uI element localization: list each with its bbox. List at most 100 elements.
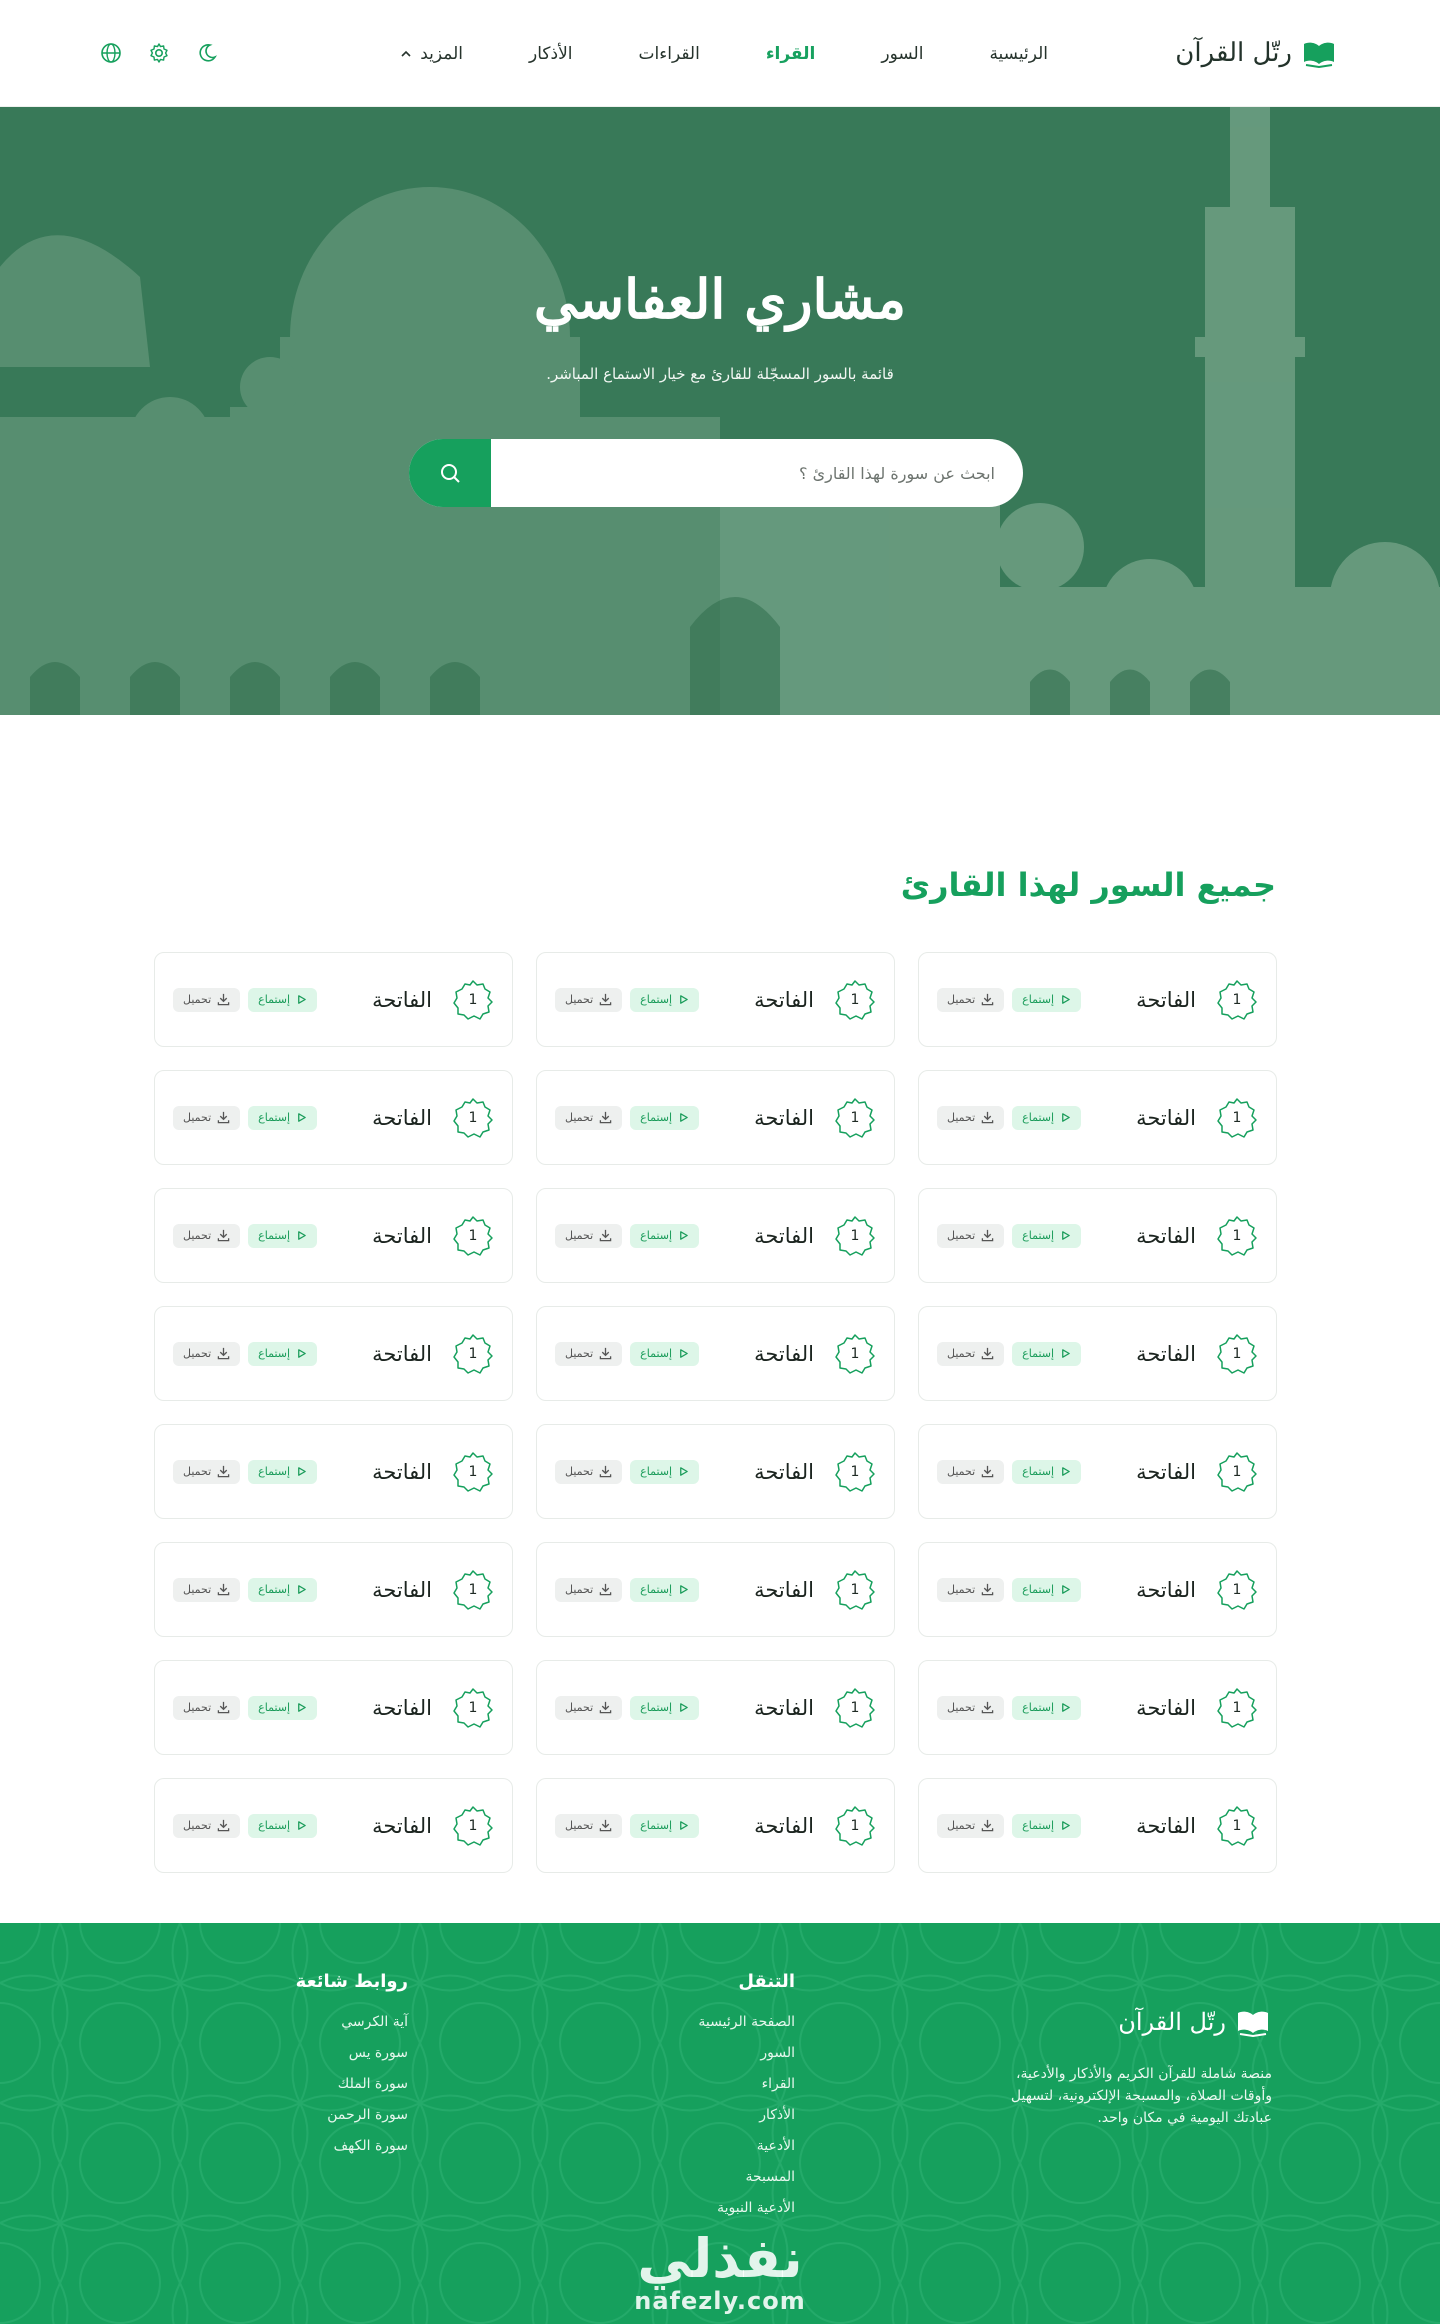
listen-button[interactable]: إستماع — [1012, 1459, 1082, 1484]
surah-card[interactable]: 1 الفاتحة إستماع تحميل — [154, 1070, 513, 1165]
surah-card[interactable]: 1 الفاتحة إستماع تحميل — [536, 1542, 895, 1637]
surah-card[interactable]: 1 الفاتحة إستماع تحميل — [154, 1188, 513, 1283]
download-button[interactable]: تحميل — [555, 1577, 623, 1602]
surah-card[interactable]: 1 الفاتحة إستماع تحميل — [918, 1188, 1277, 1283]
download-button[interactable]: تحميل — [555, 987, 623, 1012]
download-icon — [981, 1229, 994, 1242]
footer-link-kahf[interactable]: سورة الكهف — [296, 2138, 408, 2154]
surah-card[interactable]: 1 الفاتحة إستماع تحميل — [154, 1542, 513, 1637]
listen-button[interactable]: إستماع — [248, 1223, 318, 1248]
download-button[interactable]: تحميل — [555, 1813, 623, 1838]
listen-button[interactable]: إستماع — [248, 1813, 318, 1838]
surah-card[interactable]: 1 الفاتحة إستماع تحميل — [154, 1660, 513, 1755]
download-button[interactable]: تحميل — [173, 1813, 241, 1838]
download-button[interactable]: تحميل — [555, 1105, 623, 1130]
moon-icon[interactable] — [196, 42, 218, 64]
footer-link-surahs[interactable]: السور — [698, 2045, 795, 2061]
surah-card[interactable]: 1 الفاتحة إستماع تحميل — [918, 1660, 1277, 1755]
listen-button[interactable]: إستماع — [630, 987, 700, 1012]
surah-card[interactable]: 1 الفاتحة إستماع تحميل — [536, 952, 895, 1047]
surah-card[interactable]: 1 الفاتحة إستماع تحميل — [536, 1660, 895, 1755]
listen-button[interactable]: إستماع — [1012, 1577, 1082, 1602]
surah-card[interactable]: 1 الفاتحة إستماع تحميل — [154, 1306, 513, 1401]
surah-card[interactable]: 1 الفاتحة إستماع تحميل — [536, 1188, 895, 1283]
settings-icon[interactable] — [148, 42, 170, 64]
download-button[interactable]: تحميل — [937, 1105, 1005, 1130]
listen-button[interactable]: إستماع — [248, 1459, 318, 1484]
download-button[interactable]: تحميل — [937, 987, 1005, 1012]
surah-card[interactable]: 1 الفاتحة إستماع تحميل — [536, 1070, 895, 1165]
globe-icon[interactable] — [100, 42, 122, 64]
site-logo[interactable]: رتّل القرآن — [1175, 38, 1336, 68]
listen-label: إستماع — [640, 1229, 673, 1242]
nav-more[interactable]: المزيد — [400, 44, 463, 64]
surah-card[interactable]: 1 الفاتحة إستماع تحميل — [918, 952, 1277, 1047]
surah-search-input[interactable] — [491, 439, 1023, 507]
download-button[interactable]: تحميل — [937, 1459, 1005, 1484]
footer-link-ayat-alkursi[interactable]: آية الكرسي — [296, 2014, 408, 2030]
footer-link-tasbih[interactable]: المسبحة — [698, 2169, 795, 2185]
nav-readings[interactable]: القراءات — [639, 44, 700, 64]
listen-button[interactable]: إستماع — [630, 1459, 700, 1484]
download-button[interactable]: تحميل — [555, 1341, 623, 1366]
listen-button[interactable]: إستماع — [248, 1105, 318, 1130]
surah-card[interactable]: 1 الفاتحة إستماع تحميل — [918, 1070, 1277, 1165]
footer-link-reciters[interactable]: القراء — [698, 2076, 795, 2092]
surah-card[interactable]: 1 الفاتحة إستماع تحميل — [536, 1778, 895, 1873]
surah-card[interactable]: 1 الفاتحة إستماع تحميل — [918, 1306, 1277, 1401]
surah-card[interactable]: 1 الفاتحة إستماع تحميل — [154, 1424, 513, 1519]
download-button[interactable]: تحميل — [555, 1459, 623, 1484]
listen-button[interactable]: إستماع — [1012, 1695, 1082, 1720]
download-button[interactable]: تحميل — [173, 1105, 241, 1130]
surah-card[interactable]: 1 الفاتحة إستماع تحميل — [918, 1542, 1277, 1637]
nav-home[interactable]: الرئيسية — [989, 44, 1048, 64]
footer-logo[interactable]: رتّل القرآن — [1118, 2007, 1270, 2037]
listen-button[interactable]: إستماع — [1012, 1223, 1082, 1248]
nav-surahs[interactable]: السور — [881, 44, 923, 64]
listen-button[interactable]: إستماع — [630, 1105, 700, 1130]
listen-button[interactable]: إستماع — [630, 1695, 700, 1720]
surah-card[interactable]: 1 الفاتحة إستماع تحميل — [536, 1306, 895, 1401]
footer-link-adhkar[interactable]: الأذكار — [698, 2107, 795, 2123]
listen-button[interactable]: إستماع — [1012, 1813, 1082, 1838]
footer-link-duas[interactable]: الأدعية — [698, 2138, 795, 2154]
surah-card[interactable]: 1 الفاتحة إستماع تحميل — [918, 1778, 1277, 1873]
listen-button[interactable]: إستماع — [630, 1813, 700, 1838]
footer-link-rahman[interactable]: سورة الرحمن — [296, 2107, 408, 2123]
listen-button[interactable]: إستماع — [248, 1695, 318, 1720]
listen-button[interactable]: إستماع — [630, 1223, 700, 1248]
footer-link-home[interactable]: الصفحة الرئيسية — [698, 2014, 795, 2030]
download-button[interactable]: تحميل — [937, 1695, 1005, 1720]
download-button[interactable]: تحميل — [173, 1223, 241, 1248]
download-button[interactable]: تحميل — [555, 1695, 623, 1720]
listen-button[interactable]: إستماع — [1012, 1105, 1082, 1130]
download-button[interactable]: تحميل — [937, 1341, 1005, 1366]
download-button[interactable]: تحميل — [173, 987, 241, 1012]
listen-button[interactable]: إستماع — [248, 1341, 318, 1366]
download-button[interactable]: تحميل — [937, 1577, 1005, 1602]
listen-button[interactable]: إستماع — [248, 987, 318, 1012]
download-button[interactable]: تحميل — [937, 1813, 1005, 1838]
footer-link-mulk[interactable]: سورة الملك — [296, 2076, 408, 2092]
nav-reciters[interactable]: القراء — [766, 44, 816, 64]
download-button[interactable]: تحميل — [173, 1695, 241, 1720]
listen-button[interactable]: إستماع — [630, 1341, 700, 1366]
download-button[interactable]: تحميل — [173, 1341, 241, 1366]
download-button[interactable]: تحميل — [173, 1577, 241, 1602]
surah-card[interactable]: 1 الفاتحة إستماع تحميل — [918, 1424, 1277, 1519]
footer-link-yasin[interactable]: سورة يس — [296, 2045, 408, 2061]
surah-card[interactable]: 1 الفاتحة إستماع تحميل — [154, 952, 513, 1047]
listen-button[interactable]: إستماع — [1012, 987, 1082, 1012]
footer-link-prophetic-duas[interactable]: الأدعية النبوية — [698, 2200, 795, 2216]
listen-button[interactable]: إستماع — [630, 1577, 700, 1602]
listen-label: إستماع — [640, 1111, 673, 1124]
listen-button[interactable]: إستماع — [1012, 1341, 1082, 1366]
download-button[interactable]: تحميل — [555, 1223, 623, 1248]
download-button[interactable]: تحميل — [937, 1223, 1005, 1248]
surah-card[interactable]: 1 الفاتحة إستماع تحميل — [154, 1778, 513, 1873]
search-button[interactable] — [409, 439, 491, 507]
listen-button[interactable]: إستماع — [248, 1577, 318, 1602]
nav-adhkar[interactable]: الأذكار — [529, 44, 572, 64]
surah-card[interactable]: 1 الفاتحة إستماع تحميل — [536, 1424, 895, 1519]
download-button[interactable]: تحميل — [173, 1459, 241, 1484]
